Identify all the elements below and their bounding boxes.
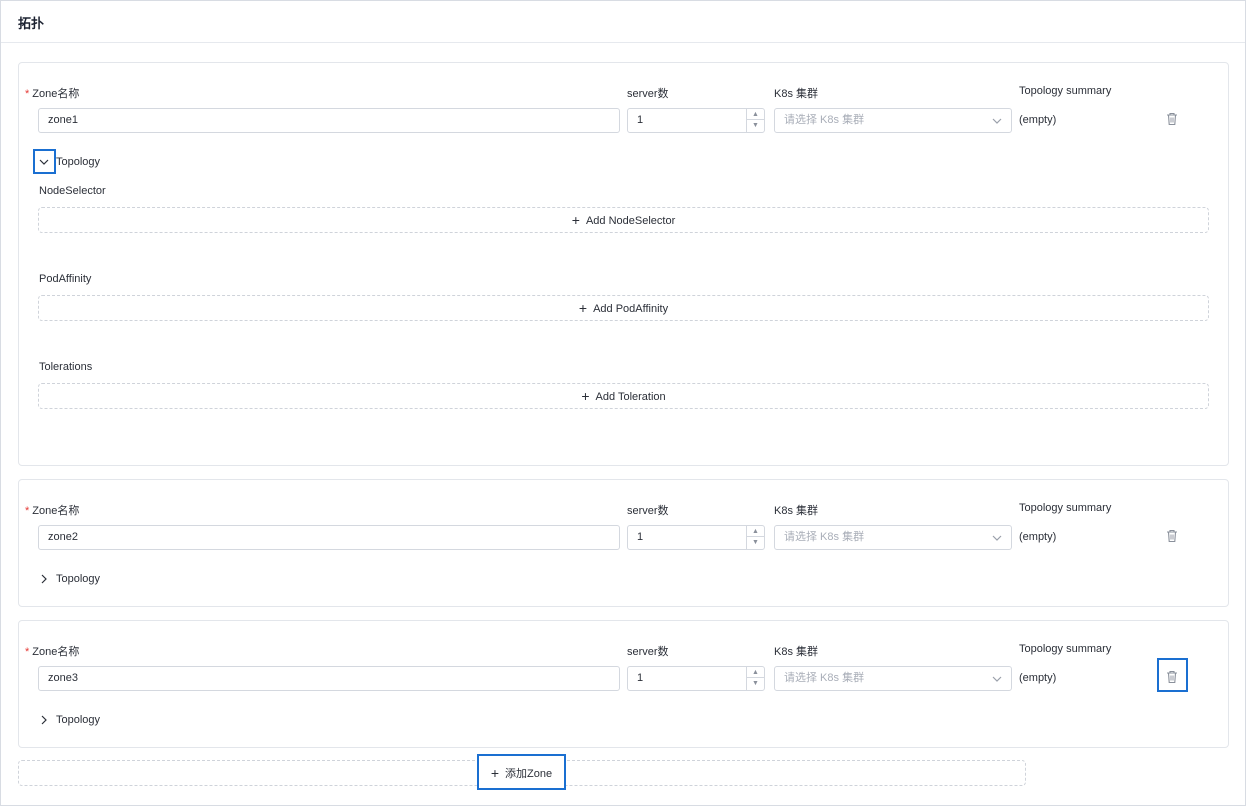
topology-toggle-label: Topology [56, 156, 101, 168]
chevron-down-icon[interactable]: ▼ [747, 120, 764, 131]
add-pod-affinity-button[interactable]: + Add PodAffinity [38, 295, 1209, 321]
server-count-stepper[interactable]: 1 ▲ ▼ [627, 666, 765, 691]
plus-icon: + [490, 765, 500, 781]
add-node-selector-button[interactable]: + Add NodeSelector [38, 207, 1209, 233]
chevron-down-icon [992, 535, 1002, 541]
plus-icon: + [578, 300, 588, 316]
chevron-up-icon[interactable]: ▲ [747, 526, 764, 537]
zone-name-label: * Zone名称 [25, 646, 80, 658]
topology-summary-value: (empty) [1019, 672, 1057, 684]
topology-toggle[interactable]: Topology [39, 573, 129, 586]
add-zone-button[interactable]: + 添加Zone [477, 754, 566, 790]
zone-name-input[interactable]: zone2 [38, 525, 620, 550]
add-toleration-button[interactable]: + Add Toleration [38, 383, 1209, 409]
k8s-cluster-placeholder: 请选择 K8s 集群 [784, 114, 865, 126]
chevron-down-icon[interactable]: ▼ [747, 678, 764, 689]
chevron-down-icon[interactable]: ▼ [747, 537, 764, 548]
server-count-stepper[interactable]: 1 ▲ ▼ [627, 525, 765, 550]
pod-affinity-label: PodAffinity [39, 273, 92, 285]
tolerations-label: Tolerations [39, 361, 93, 373]
zone-card-2: * Zone名称 server数 K8s 集群 Topology summary … [18, 479, 1229, 607]
chevron-right-icon [41, 574, 47, 584]
k8s-cluster-placeholder: 请选择 K8s 集群 [784, 672, 865, 684]
stepper-arrows: ▲ ▼ [746, 109, 764, 132]
topology-toggle-label: Topology [56, 714, 101, 726]
chevron-down-icon [992, 676, 1002, 682]
server-count-value: 1 [637, 672, 644, 684]
server-count-label: server数 [627, 88, 669, 100]
chevron-right-icon [41, 715, 47, 725]
zone-name-input[interactable]: zone1 [38, 108, 620, 133]
plus-icon: + [571, 212, 580, 228]
zone-card-1: * Zone名称 server数 K8s 集群 Topology summary … [18, 62, 1229, 466]
k8s-cluster-select[interactable]: 请选择 K8s 集群 [774, 666, 1012, 691]
k8s-cluster-placeholder: 请选择 K8s 集群 [784, 531, 865, 543]
chevron-up-icon[interactable]: ▲ [747, 667, 764, 678]
node-selector-label: NodeSelector [39, 185, 106, 197]
chevron-up-icon[interactable]: ▲ [747, 109, 764, 120]
server-count-value: 1 [637, 114, 644, 126]
zone-name-label: * Zone名称 [25, 505, 80, 517]
page-title: 拓扑 [18, 16, 45, 31]
zone-name-label: * Zone名称 [25, 88, 80, 100]
panel-header: 拓扑 [1, 1, 1245, 43]
k8s-cluster-label: K8s 集群 [774, 646, 819, 658]
k8s-cluster-select[interactable]: 请选择 K8s 集群 [774, 108, 1012, 133]
topology-panel: 拓扑 * Zone名称 server数 K8s 集群 Topology summa… [0, 0, 1246, 806]
stepper-arrows: ▲ ▼ [746, 526, 764, 549]
focus-highlight [1157, 658, 1188, 692]
add-zone-label: 添加Zone [505, 768, 553, 780]
chevron-down-icon [992, 118, 1002, 124]
k8s-cluster-label: K8s 集群 [774, 88, 819, 100]
topology-summary-value: (empty) [1019, 531, 1057, 543]
topology-summary-label: Topology summary [1019, 85, 1112, 97]
server-count-value: 1 [637, 531, 644, 543]
topology-toggle[interactable]: Topology [39, 714, 129, 727]
zone-name-input[interactable]: zone3 [38, 666, 620, 691]
plus-icon: + [581, 388, 590, 404]
k8s-cluster-select[interactable]: 请选择 K8s 集群 [774, 525, 1012, 550]
zone-card-3: * Zone名称 server数 K8s 集群 Topology summary … [18, 620, 1229, 748]
focus-highlight [33, 149, 56, 174]
topology-summary-label: Topology summary [1019, 502, 1112, 514]
topology-toggle-label: Topology [56, 573, 101, 585]
server-count-label: server数 [627, 505, 669, 517]
trash-icon[interactable] [1166, 112, 1178, 126]
topology-summary-value: (empty) [1019, 114, 1057, 126]
server-count-stepper[interactable]: 1 ▲ ▼ [627, 108, 765, 133]
server-count-label: server数 [627, 646, 669, 658]
stepper-arrows: ▲ ▼ [746, 667, 764, 690]
k8s-cluster-label: K8s 集群 [774, 505, 819, 517]
topology-summary-label: Topology summary [1019, 643, 1112, 655]
trash-icon[interactable] [1166, 529, 1178, 543]
